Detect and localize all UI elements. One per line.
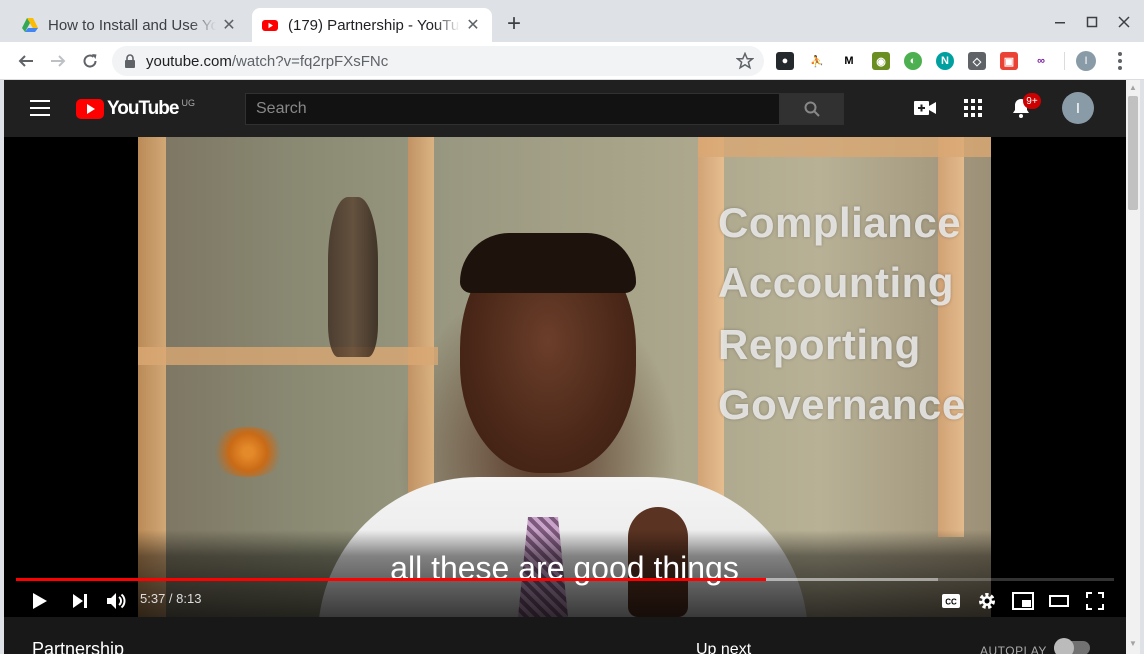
back-arrow-icon[interactable] <box>14 49 38 73</box>
next-video-button[interactable] <box>68 589 92 613</box>
video-background-plant <box>208 427 288 477</box>
volume-icon <box>107 593 126 609</box>
play-icon <box>33 593 47 609</box>
search-button[interactable] <box>780 93 844 125</box>
close-tab-icon[interactable]: ✕ <box>220 16 238 34</box>
progress-played <box>16 578 766 581</box>
video-background-shelf <box>938 137 964 537</box>
apps-grid-icon[interactable] <box>961 96 985 120</box>
fullscreen-icon <box>1086 592 1104 610</box>
autoplay-toggle[interactable] <box>1054 638 1090 654</box>
toolbar-separator <box>1064 52 1065 70</box>
theater-mode-icon <box>1049 595 1069 607</box>
n-extension-icon[interactable]: N <box>936 52 954 70</box>
video-background-shelf <box>138 347 438 365</box>
scroll-down-arrow-icon[interactable]: ▼ <box>1129 640 1137 648</box>
volume-button[interactable] <box>104 589 128 613</box>
captions-button[interactable]: CC <box>939 589 963 613</box>
close-window-icon[interactable] <box>1112 10 1136 34</box>
below-player-area: Partnership Up next AUTOPLAY <box>4 617 1126 654</box>
forward-arrow-icon[interactable] <box>46 49 70 73</box>
video-overlay-text: Accounting <box>718 259 954 306</box>
medium-extension-icon[interactable]: M <box>840 52 858 70</box>
youtube-favicon-icon <box>262 20 278 31</box>
video-overlay-text: Governance <box>718 381 966 428</box>
owl-extension-icon[interactable]: ◉ <box>872 52 890 70</box>
search-icon <box>804 101 820 117</box>
video-overlay-text: Compliance <box>718 199 962 246</box>
video-frame[interactable]: Compliance Accounting Reporting Governan… <box>138 137 991 617</box>
notification-count-badge: 9+ <box>1023 93 1041 109</box>
page-scrollbar[interactable]: ▲ ▼ <box>1126 80 1140 654</box>
browser-tab-inactive[interactable]: How to Install and Use You ✕ <box>12 8 248 42</box>
hamburger-menu-icon[interactable] <box>30 100 50 116</box>
time-display: 5:37 / 8:13 <box>140 591 202 606</box>
url-path: /watch?v=fq2rpFXsFNc <box>231 52 389 70</box>
minimize-window-icon[interactable] <box>1048 10 1072 34</box>
video-background-shelf <box>698 137 991 157</box>
new-tab-button[interactable]: + <box>502 12 526 37</box>
browser-tab-strip: How to Install and Use You ✕ (179) Partn… <box>0 0 1144 42</box>
youtube-header: YouTube UG Search 9+ I <box>4 80 1126 137</box>
video-background-vase <box>328 197 378 357</box>
progress-bar[interactable] <box>16 578 1114 581</box>
scrollbar-thumb[interactable] <box>1128 96 1138 210</box>
github-extension-icon[interactable]: ● <box>776 52 794 70</box>
browser-menu-icon[interactable] <box>1110 51 1130 71</box>
red-square-extension-icon[interactable]: ▣ <box>1000 52 1018 70</box>
skip-next-icon <box>73 594 87 608</box>
maximize-window-icon[interactable] <box>1080 10 1104 34</box>
compass-extension-icon[interactable]: ◐ <box>904 52 922 70</box>
search-input[interactable]: Search <box>245 93 780 125</box>
close-tab-icon[interactable]: ✕ <box>464 16 482 34</box>
reload-icon[interactable] <box>78 49 102 73</box>
fullscreen-button[interactable] <box>1083 589 1107 613</box>
lock-icon <box>125 54 135 68</box>
video-caption: all these are good things <box>390 550 739 586</box>
youtube-logo[interactable]: YouTube UG <box>76 98 195 120</box>
up-next-label: Up next <box>696 641 752 654</box>
settings-button[interactable] <box>975 589 999 613</box>
bookmark-star-icon[interactable] <box>736 52 754 70</box>
miniplayer-icon <box>1012 592 1034 610</box>
account-avatar[interactable]: I <box>1062 92 1094 124</box>
gear-icon <box>979 593 995 609</box>
url-host: youtube.com <box>146 52 232 70</box>
captions-icon: CC <box>942 594 960 608</box>
speaker-hair <box>460 233 636 293</box>
browser-toolbar: youtube.com/watch?v=fq2rpFXsFNc ● ⛹ M ◉ … <box>0 42 1144 80</box>
scroll-up-arrow-icon[interactable]: ▲ <box>1129 84 1137 92</box>
tab-title: How to Install and Use You <box>48 16 216 34</box>
autoplay-label: AUTOPLAY <box>980 644 1047 654</box>
window-border <box>1140 80 1144 654</box>
youtube-page: YouTube UG Search 9+ I Compliance Accoun… <box>4 80 1126 654</box>
play-button[interactable] <box>28 589 52 613</box>
video-overlay-text: Reporting <box>718 321 921 368</box>
address-bar[interactable]: youtube.com/watch?v=fq2rpFXsFNc <box>112 46 764 76</box>
create-video-icon[interactable] <box>913 96 937 120</box>
miniplayer-button[interactable] <box>1011 589 1035 613</box>
video-title: Partnership <box>32 639 125 654</box>
svg-text:CC: CC <box>945 598 957 607</box>
youtube-wordmark: YouTube <box>107 98 179 119</box>
video-player[interactable]: Compliance Accounting Reporting Governan… <box>4 137 1126 617</box>
region-code: UG <box>181 98 195 108</box>
person-extension-icon[interactable]: ⛹ <box>808 52 826 70</box>
tab-title: (179) Partnership - YouTube <box>288 16 460 34</box>
youtube-play-logo-icon <box>76 99 104 119</box>
lightbulb-extension-icon[interactable]: ◇ <box>968 52 986 70</box>
google-drive-icon <box>22 18 38 32</box>
browser-profile-avatar[interactable]: I <box>1076 51 1096 71</box>
theater-mode-button[interactable] <box>1047 589 1071 613</box>
browser-tab-active[interactable]: (179) Partnership - YouTube ✕ <box>252 8 492 42</box>
link-extension-icon[interactable]: ∞ <box>1032 52 1050 70</box>
